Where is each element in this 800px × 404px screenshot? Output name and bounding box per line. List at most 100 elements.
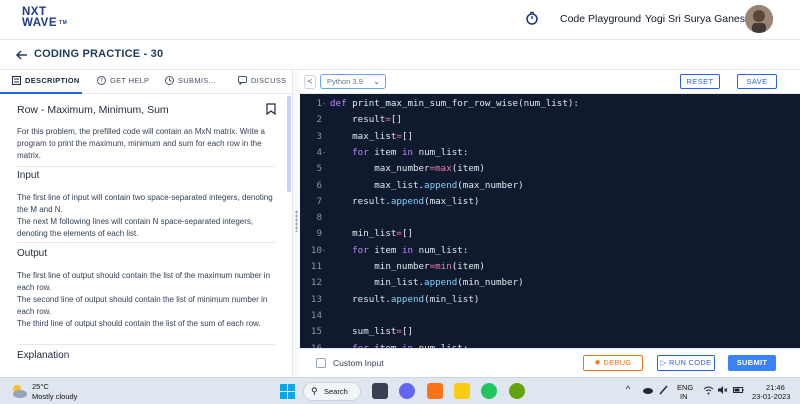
search-icon: ⚲ <box>311 386 318 396</box>
reset-button[interactable]: RESET <box>680 74 720 89</box>
code-line[interactable]: 4- for item in num_list: <box>300 145 800 161</box>
bookmark-icon[interactable] <box>266 103 276 115</box>
fold-toggle-icon[interactable]: - <box>322 145 326 161</box>
input-region[interactable]: IN <box>680 392 688 401</box>
wifi-icon[interactable] <box>703 385 714 395</box>
line-number: 1 <box>316 98 322 109</box>
brave-browser-icon[interactable] <box>427 383 443 399</box>
divider <box>17 344 275 345</box>
clock-icon <box>165 76 174 85</box>
code-line[interactable]: 9 min_list=[] <box>300 226 800 242</box>
help-circle-icon: ? <box>97 76 106 85</box>
task-view-icon[interactable] <box>372 383 388 399</box>
volume-muted-icon[interactable] <box>717 385 728 395</box>
debug-label: DEBUG <box>603 358 632 367</box>
code-text: min_number=min(item) <box>330 261 485 272</box>
code-line[interactable]: 7 result.append(max_list) <box>300 194 800 210</box>
code-line[interactable]: 2 result=[] <box>300 112 800 128</box>
line-number: 6 <box>316 179 322 191</box>
clock-time[interactable]: 21:46 <box>766 383 785 392</box>
tab-discuss[interactable]: DISCUSS <box>238 76 286 85</box>
line-number: 10 <box>310 244 322 256</box>
input-text-2: The next M following lines will contain … <box>17 217 254 238</box>
custom-input-label[interactable]: Custom Input <box>333 358 384 368</box>
save-button[interactable]: SAVE <box>737 74 777 89</box>
code-line[interactable]: 13 result.append(min_list) <box>300 292 800 308</box>
explanation-heading: Explanation <box>17 350 70 361</box>
code-line[interactable]: 12 min_list.append(min_number) <box>300 275 800 291</box>
line-number: 4 <box>316 146 322 158</box>
avatar[interactable] <box>745 5 773 33</box>
tab-discuss-label: DISCUSS <box>251 76 287 85</box>
line-number: 13 <box>310 293 322 305</box>
taskbar-search[interactable]: ⚲ Search <box>303 382 361 401</box>
tab-description[interactable]: DESCRIPTION <box>12 76 80 85</box>
output-text-2: The second line of output should contain… <box>17 295 268 316</box>
fold-toggle-icon[interactable]: - <box>322 341 326 349</box>
breadcrumb: CODING PRACTICE - 30 <box>0 40 800 70</box>
problem-description: Row - Maximum, Minimum, Sum For this pro… <box>0 94 292 377</box>
tab-get-help-label: GET HELP <box>110 76 150 85</box>
collapse-panel-button[interactable]: < <box>304 75 316 89</box>
file-explorer-icon[interactable] <box>454 383 470 399</box>
code-line[interactable]: 16- for item in num_list: <box>300 341 800 349</box>
whatsapp-icon[interactable] <box>481 383 497 399</box>
code-line[interactable]: 14 <box>300 308 800 324</box>
code-editor[interactable]: 1- def print_max_min_sum_for_row_wise(num… <box>300 94 800 348</box>
description-scrollbar[interactable] <box>287 96 291 192</box>
editor-footer: Custom Input ✹ DEBUG ▷ RUN CODE SUBMIT <box>300 348 800 377</box>
code-line[interactable]: 15 sum_list=[] <box>300 324 800 340</box>
code-line[interactable]: 11 min_number=min(item) <box>300 259 800 275</box>
teams-icon[interactable] <box>399 383 415 399</box>
input-language[interactable]: ENG <box>677 383 693 392</box>
tab-get-help[interactable]: ? GET HELP <box>97 76 149 85</box>
windows-start-icon[interactable] <box>280 384 295 399</box>
app-icon[interactable] <box>509 383 525 399</box>
line-number: 9 <box>316 228 322 240</box>
user-name[interactable]: Yogi Sri Surya Ganesh <box>645 13 751 25</box>
chevron-down-icon: ⌄ <box>373 77 380 86</box>
run-code-button[interactable]: ▷ RUN CODE <box>657 355 715 371</box>
editor-toolbar: < Python 3.9 ⌄ RESET SAVE <box>300 70 800 94</box>
logo-tm: TM <box>59 20 68 26</box>
line-number: 16 <box>310 342 322 349</box>
chevron-up-icon[interactable]: ^ <box>626 384 630 394</box>
debug-button[interactable]: ✹ DEBUG <box>583 355 643 371</box>
chat-icon <box>238 76 247 85</box>
cloud-moon-icon[interactable] <box>10 383 28 399</box>
code-text: min_list=[] <box>330 228 414 240</box>
back-arrow-icon[interactable] <box>15 48 29 62</box>
tab-submissions[interactable]: SUBMIS... <box>165 76 216 85</box>
stopwatch-icon[interactable] <box>525 11 539 25</box>
code-line[interactable]: 5 max_number=max(item) <box>300 161 800 177</box>
code-text: max_number=max(item) <box>330 163 485 175</box>
line-number: 11 <box>310 261 322 272</box>
code-line[interactable]: 10- for item in num_list: <box>300 243 800 259</box>
tab-submissions-label: SUBMIS... <box>178 76 216 85</box>
custom-input-checkbox[interactable] <box>316 358 326 368</box>
fold-toggle-icon[interactable]: - <box>322 96 326 112</box>
problem-intro: For this problem, the prefilled code wil… <box>17 127 265 160</box>
drag-handle-icon[interactable] <box>295 210 298 232</box>
code-playground-link[interactable]: Code Playground <box>560 13 641 25</box>
panel-splitter[interactable] <box>292 70 300 377</box>
code-line[interactable]: 6 max_list.append(max_number) <box>300 178 800 194</box>
onedrive-cloud-icon[interactable] <box>642 385 653 395</box>
weather-text: Mostly cloudy <box>32 392 78 401</box>
code-text: for item in num_list: <box>352 244 469 256</box>
clock-date[interactable]: 23-01-2023 <box>752 392 790 401</box>
output-heading: Output <box>17 248 48 259</box>
line-number: 7 <box>316 195 322 207</box>
language-select[interactable]: Python 3.9 ⌄ <box>320 74 386 89</box>
input-text-1: The first line of input will contain two… <box>17 193 273 214</box>
code-line[interactable]: 8 <box>300 210 800 226</box>
code-text: result.append(max_list) <box>330 195 480 207</box>
submit-button[interactable]: SUBMIT <box>728 355 776 371</box>
battery-icon[interactable] <box>733 385 744 395</box>
fold-toggle-icon[interactable]: - <box>322 243 326 259</box>
pen-icon[interactable] <box>658 385 669 395</box>
play-icon: ▷ <box>660 358 670 367</box>
nxtwave-logo[interactable]: NXT WAVE TM <box>22 6 68 29</box>
code-line[interactable]: 1- def print_max_min_sum_for_row_wise(num… <box>300 96 800 112</box>
code-line[interactable]: 3 max_list=[] <box>300 129 800 145</box>
